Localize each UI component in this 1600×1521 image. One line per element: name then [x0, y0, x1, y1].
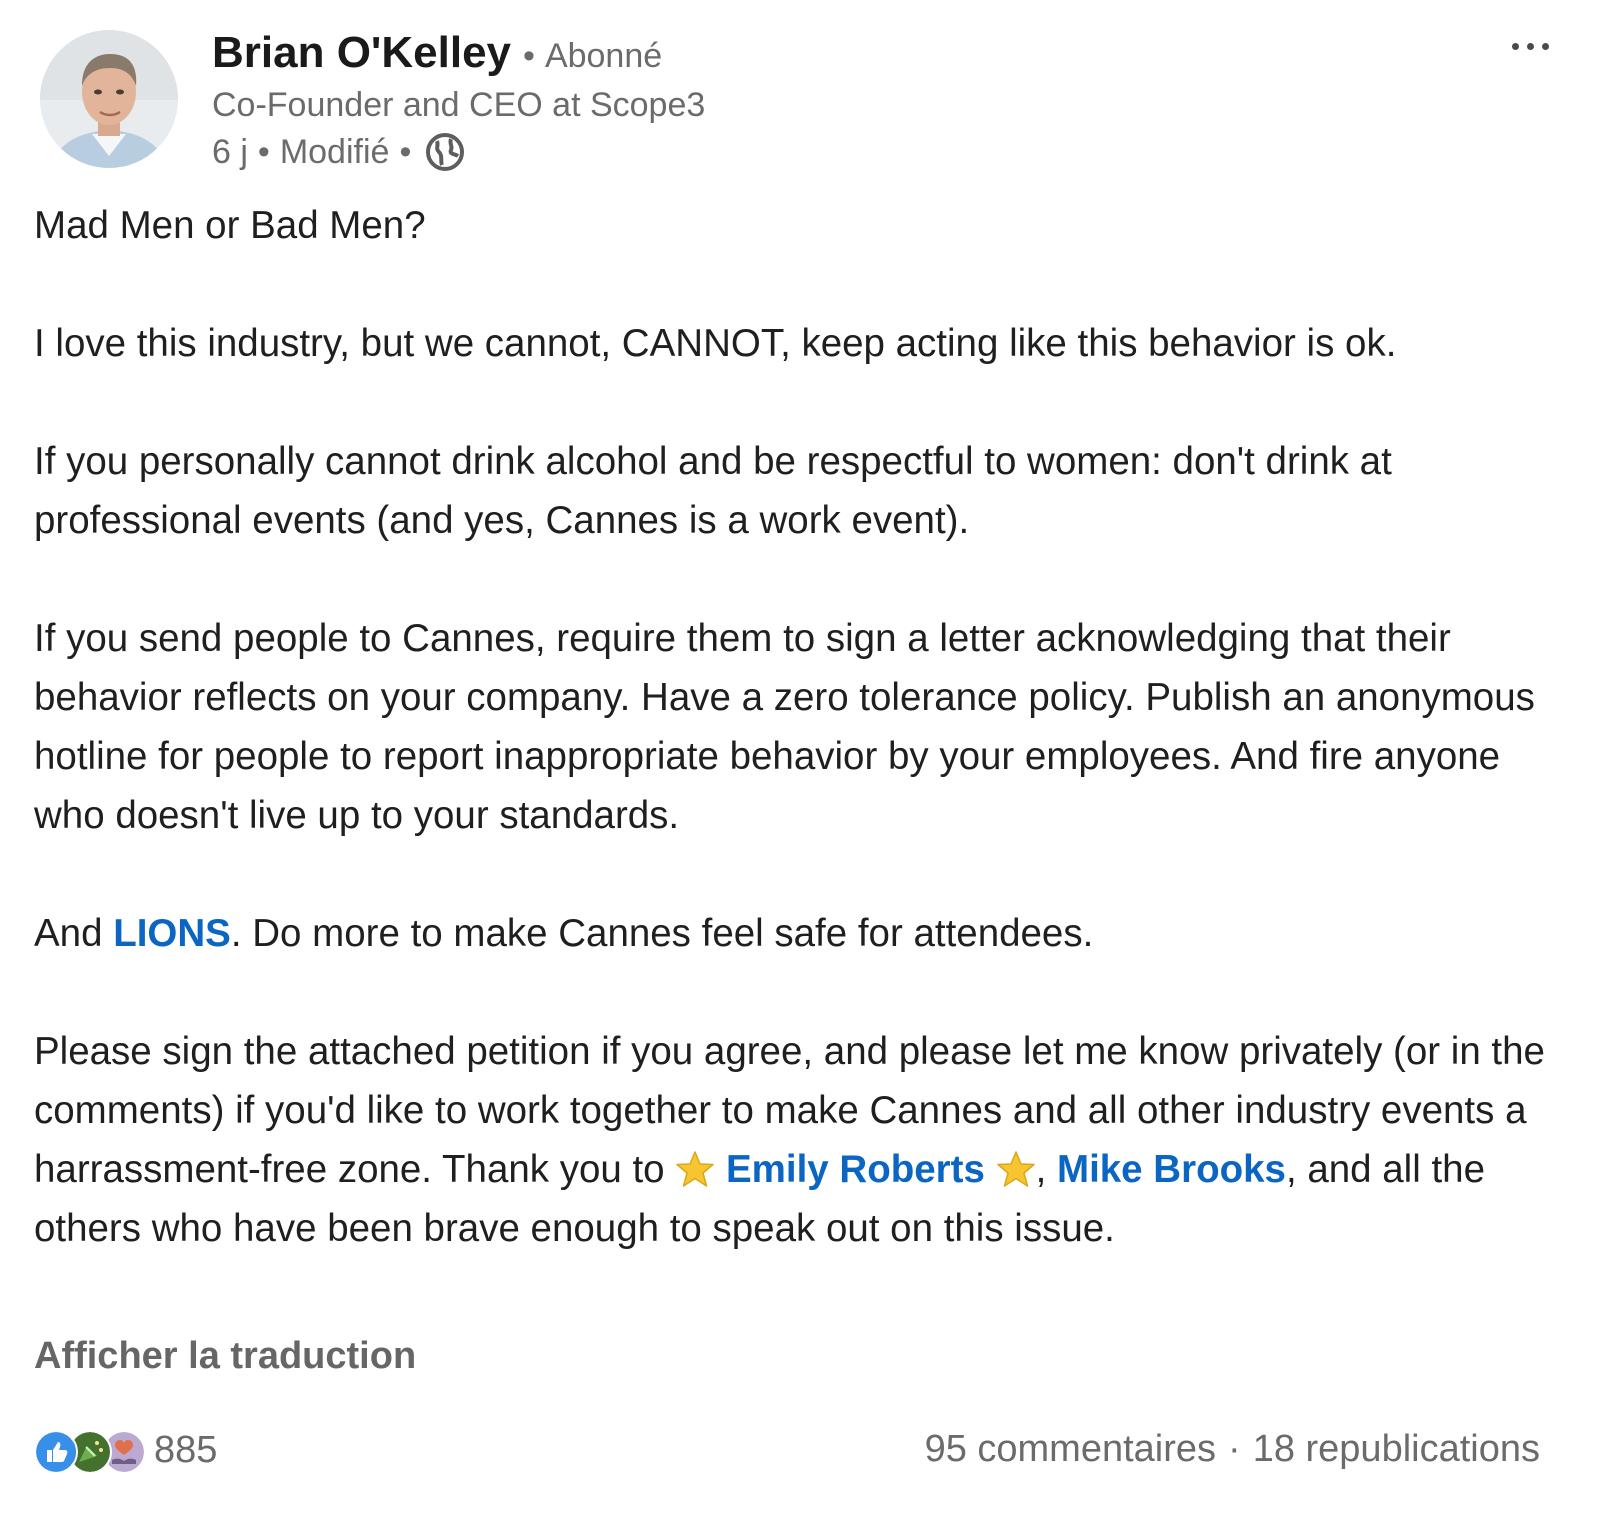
mention-lions[interactable]: LIONS [113, 912, 231, 955]
text-segment: , [1035, 1148, 1057, 1191]
comments-count-link[interactable]: 95 commentaires [925, 1428, 1216, 1471]
reactions-summary[interactable]: 885 [34, 1428, 218, 1474]
post-paragraph: Mad Men or Bad Men? [34, 204, 426, 247]
feed-post: Brian O'Kelley • Abonné Co-Founder and C… [0, 0, 1600, 1521]
star-icon [675, 1149, 715, 1189]
globe-icon [425, 132, 465, 172]
mention-emily-roberts[interactable]: Emily Roberts [726, 1148, 985, 1191]
post-text: Mad Men or Bad Men? I love this industry… [34, 196, 1574, 1258]
mention-mike-brooks[interactable]: Mike Brooks [1057, 1148, 1286, 1191]
more-options-icon[interactable] [1500, 26, 1560, 66]
author-headline: Co-Founder and CEO at Scope3 [212, 86, 706, 124]
engagement-counts: 95 commentaires · 18 republications [925, 1428, 1540, 1471]
text-segment: And [34, 912, 114, 955]
dot [1511, 42, 1519, 50]
text-segment: . Do more to make Cannes feel safe for a… [230, 912, 1094, 955]
separator-dot: • [257, 132, 270, 171]
like-icon [34, 1430, 78, 1474]
separator-dot: • [523, 37, 535, 75]
author-avatar[interactable] [40, 30, 178, 168]
author-name[interactable]: Brian O'Kelley [212, 28, 511, 78]
reposts-count-link[interactable]: 18 republications [1253, 1428, 1540, 1471]
reaction-icons [34, 1428, 146, 1474]
post-paragraph: If you personally cannot drink alcohol a… [34, 440, 1392, 542]
separator-dot: · [1228, 1428, 1241, 1470]
dot [1526, 42, 1534, 50]
star-icon [996, 1149, 1036, 1189]
show-translation-link[interactable]: Afficher la traduction [34, 1335, 416, 1378]
post-paragraph: Please sign the attached petition if you… [34, 1022, 1574, 1258]
post-paragraph: And LIONS. Do more to make Cannes feel s… [34, 904, 1574, 963]
post-paragraph: I love this industry, but we cannot, CAN… [34, 322, 1397, 365]
follow-status: Abonné [544, 37, 663, 75]
author-line: Brian O'Kelley • Abonné [212, 28, 662, 78]
dot [1541, 42, 1549, 50]
post-time: 6 j [212, 132, 248, 171]
separator-dot: • [399, 132, 412, 171]
post-paragraph: If you send people to Cannes, require th… [34, 617, 1535, 837]
edited-label: Modifié [279, 132, 390, 171]
reaction-count: 885 [154, 1428, 218, 1471]
post-meta: 6 j • Modifié • [212, 132, 465, 172]
